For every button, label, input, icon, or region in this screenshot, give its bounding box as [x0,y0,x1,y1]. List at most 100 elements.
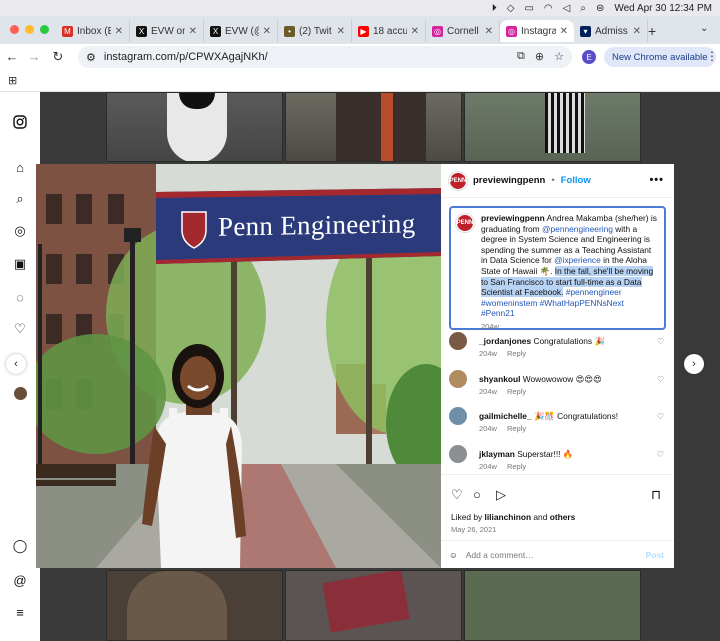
messenger-icon[interactable]: ◌ [12,289,28,305]
profile-grid-tile[interactable] [285,92,462,162]
browser-tab[interactable]: • (2) Twit ✕ [278,20,352,42]
close-tab-icon[interactable]: ✕ [189,26,197,37]
author-avatar[interactable]: PENN [449,171,467,190]
volume-icon[interactable]: ◁ [563,3,571,14]
comment-like-icon[interactable]: ♡ [657,412,664,421]
browser-tab[interactable]: M Inbox (E ✕ [56,20,130,42]
search-icon[interactable]: ⌕ [12,191,28,207]
profile-grid-tile[interactable] [106,570,283,641]
close-tab-icon[interactable]: ✕ [115,26,123,37]
tab-search-chevron-icon[interactable]: ⌄ [700,23,708,34]
profile-grid-tile[interactable] [464,570,641,641]
post-comment-button[interactable]: Post [646,550,664,560]
comment-body: Wowowowow 😍😍😍 [522,374,602,384]
comment-like-icon[interactable]: ♡ [657,375,664,384]
reply-button[interactable]: Reply [507,462,526,471]
reload-button[interactable]: ↻ [50,49,66,65]
comment-like-icon[interactable]: ♡ [657,337,664,346]
close-tab-icon[interactable]: ✕ [337,26,345,37]
play-icon[interactable]: ⏵ [492,3,497,14]
author-username[interactable]: previewingpenn [473,175,545,186]
bookmark-star-icon[interactable]: ☆ [554,50,564,63]
profile-avatar[interactable]: E [582,50,596,64]
explore-icon[interactable]: ◎ [12,223,28,239]
minimize-window-button[interactable] [25,25,34,34]
commenter-avatar[interactable] [449,370,467,388]
wifi-icon[interactable]: ◠ [544,3,553,14]
more-options-icon[interactable]: ••• [649,174,664,186]
instagram-logo-icon[interactable] [12,114,28,130]
close-tab-icon[interactable]: ✕ [560,26,568,37]
threads-icon[interactable]: ◯ [12,538,28,554]
emoji-icon[interactable]: ☺ [449,550,458,560]
follow-button[interactable]: Follow [561,175,591,186]
apps-grid-icon[interactable]: ⊞ [8,74,17,87]
comment-body: Congratulations 🎉 [533,336,605,346]
share-send-icon[interactable]: ▷ [496,487,506,503]
dropbox-icon[interactable]: ◇ [507,3,515,14]
commenter-avatar[interactable] [449,332,467,350]
browser-tab[interactable]: ◎ Cornell ✕ [426,20,500,42]
commenter-username[interactable]: _jordanjones [479,336,531,346]
commenter-username[interactable]: gailmichelle_ [479,411,532,421]
mention-ixperience[interactable]: @ixperience [554,255,601,265]
address-bar[interactable]: ⚙ instagram.com/p/CPWXAgajNKh/ ⧉ ⊕ ☆ [78,46,572,68]
save-bookmark-icon[interactable]: ⊓ [651,487,661,503]
profile-grid-tile[interactable] [464,92,641,162]
commenter-avatar[interactable] [449,407,467,425]
menubar-datetime[interactable]: Wed Apr 30 12:34 PM [614,3,712,14]
browser-tab[interactable]: X EVW on ✕ [130,20,204,42]
post-photo[interactable]: Penn Engineering [36,164,441,568]
more-menu-icon[interactable]: ≡ [12,604,28,620]
liked-by-user[interactable]: lilianchinon [485,512,532,522]
commenter-username[interactable]: jklayman [479,449,515,459]
commenter-username[interactable]: shyankoul [479,374,520,384]
comment-text: shyankoul Wowowowow 😍😍😍 [479,374,649,384]
close-tab-icon[interactable]: ✕ [263,26,271,37]
caption-author-avatar[interactable]: PENN [456,214,474,232]
caption-username[interactable]: previewingpenn [481,213,545,223]
reply-button[interactable]: Reply [507,424,526,433]
profile-grid-tile[interactable] [285,570,462,641]
browser-tab[interactable]: X EVW (@ ✕ [204,20,278,42]
close-tab-icon[interactable]: ✕ [633,26,641,37]
site-info-icon[interactable]: ⚙ [86,51,96,64]
close-tab-icon[interactable]: ✕ [485,26,493,37]
search-icon[interactable]: ⌕ [580,3,586,14]
browser-tab[interactable]: ◎ Instagra ✕ [500,20,574,42]
youtube-icon: ▶ [358,25,369,37]
comment-bubble-icon[interactable]: ○ [473,487,481,502]
home-icon[interactable]: ⌂ [12,159,28,175]
close-tab-icon[interactable]: ✕ [411,26,419,37]
comment-like-icon[interactable]: ♡ [657,450,664,459]
zoom-window-button[interactable] [40,25,49,34]
close-window-button[interactable] [10,25,19,34]
liked-by-others[interactable]: others [550,512,576,522]
previous-post-button[interactable]: ‹ [6,354,26,374]
commenter-avatar[interactable] [449,445,467,463]
threads-app-icon[interactable]: @ [12,572,28,588]
new-tab-button[interactable]: + [648,23,656,39]
new-chrome-available-button[interactable]: New Chrome available [604,47,716,67]
reply-button[interactable]: Reply [507,387,526,396]
profile-avatar-icon[interactable] [12,385,28,401]
control-center-icon[interactable]: ⊜ [596,3,604,14]
browser-tab[interactable]: ▾ Admiss ✕ [574,20,648,42]
battery-icon[interactable]: ▭ [524,3,533,14]
browser-tab[interactable]: ▶ 18 accu ✕ [352,20,426,42]
next-post-button[interactable]: › [684,354,704,374]
comment-time: 204w [479,462,497,471]
add-comment-input[interactable]: Add a comment… [466,550,534,560]
notifications-heart-icon[interactable]: ♡ [12,321,28,337]
reply-button[interactable]: Reply [507,349,526,358]
back-button[interactable]: ← [4,49,20,64]
open-in-app-icon[interactable]: ⧉ [517,50,525,63]
forward-button[interactable]: → [26,49,42,64]
reels-icon[interactable]: ▣ [12,256,28,272]
profile-grid-tile[interactable] [106,92,283,162]
mention-pennengineering[interactable]: @pennengineering [542,224,613,234]
like-heart-icon[interactable]: ♡ [451,487,463,503]
zoom-icon[interactable]: ⊕ [535,50,544,63]
browser-menu-icon[interactable]: ⋮ [706,49,718,63]
gmail-icon: M [62,25,73,37]
